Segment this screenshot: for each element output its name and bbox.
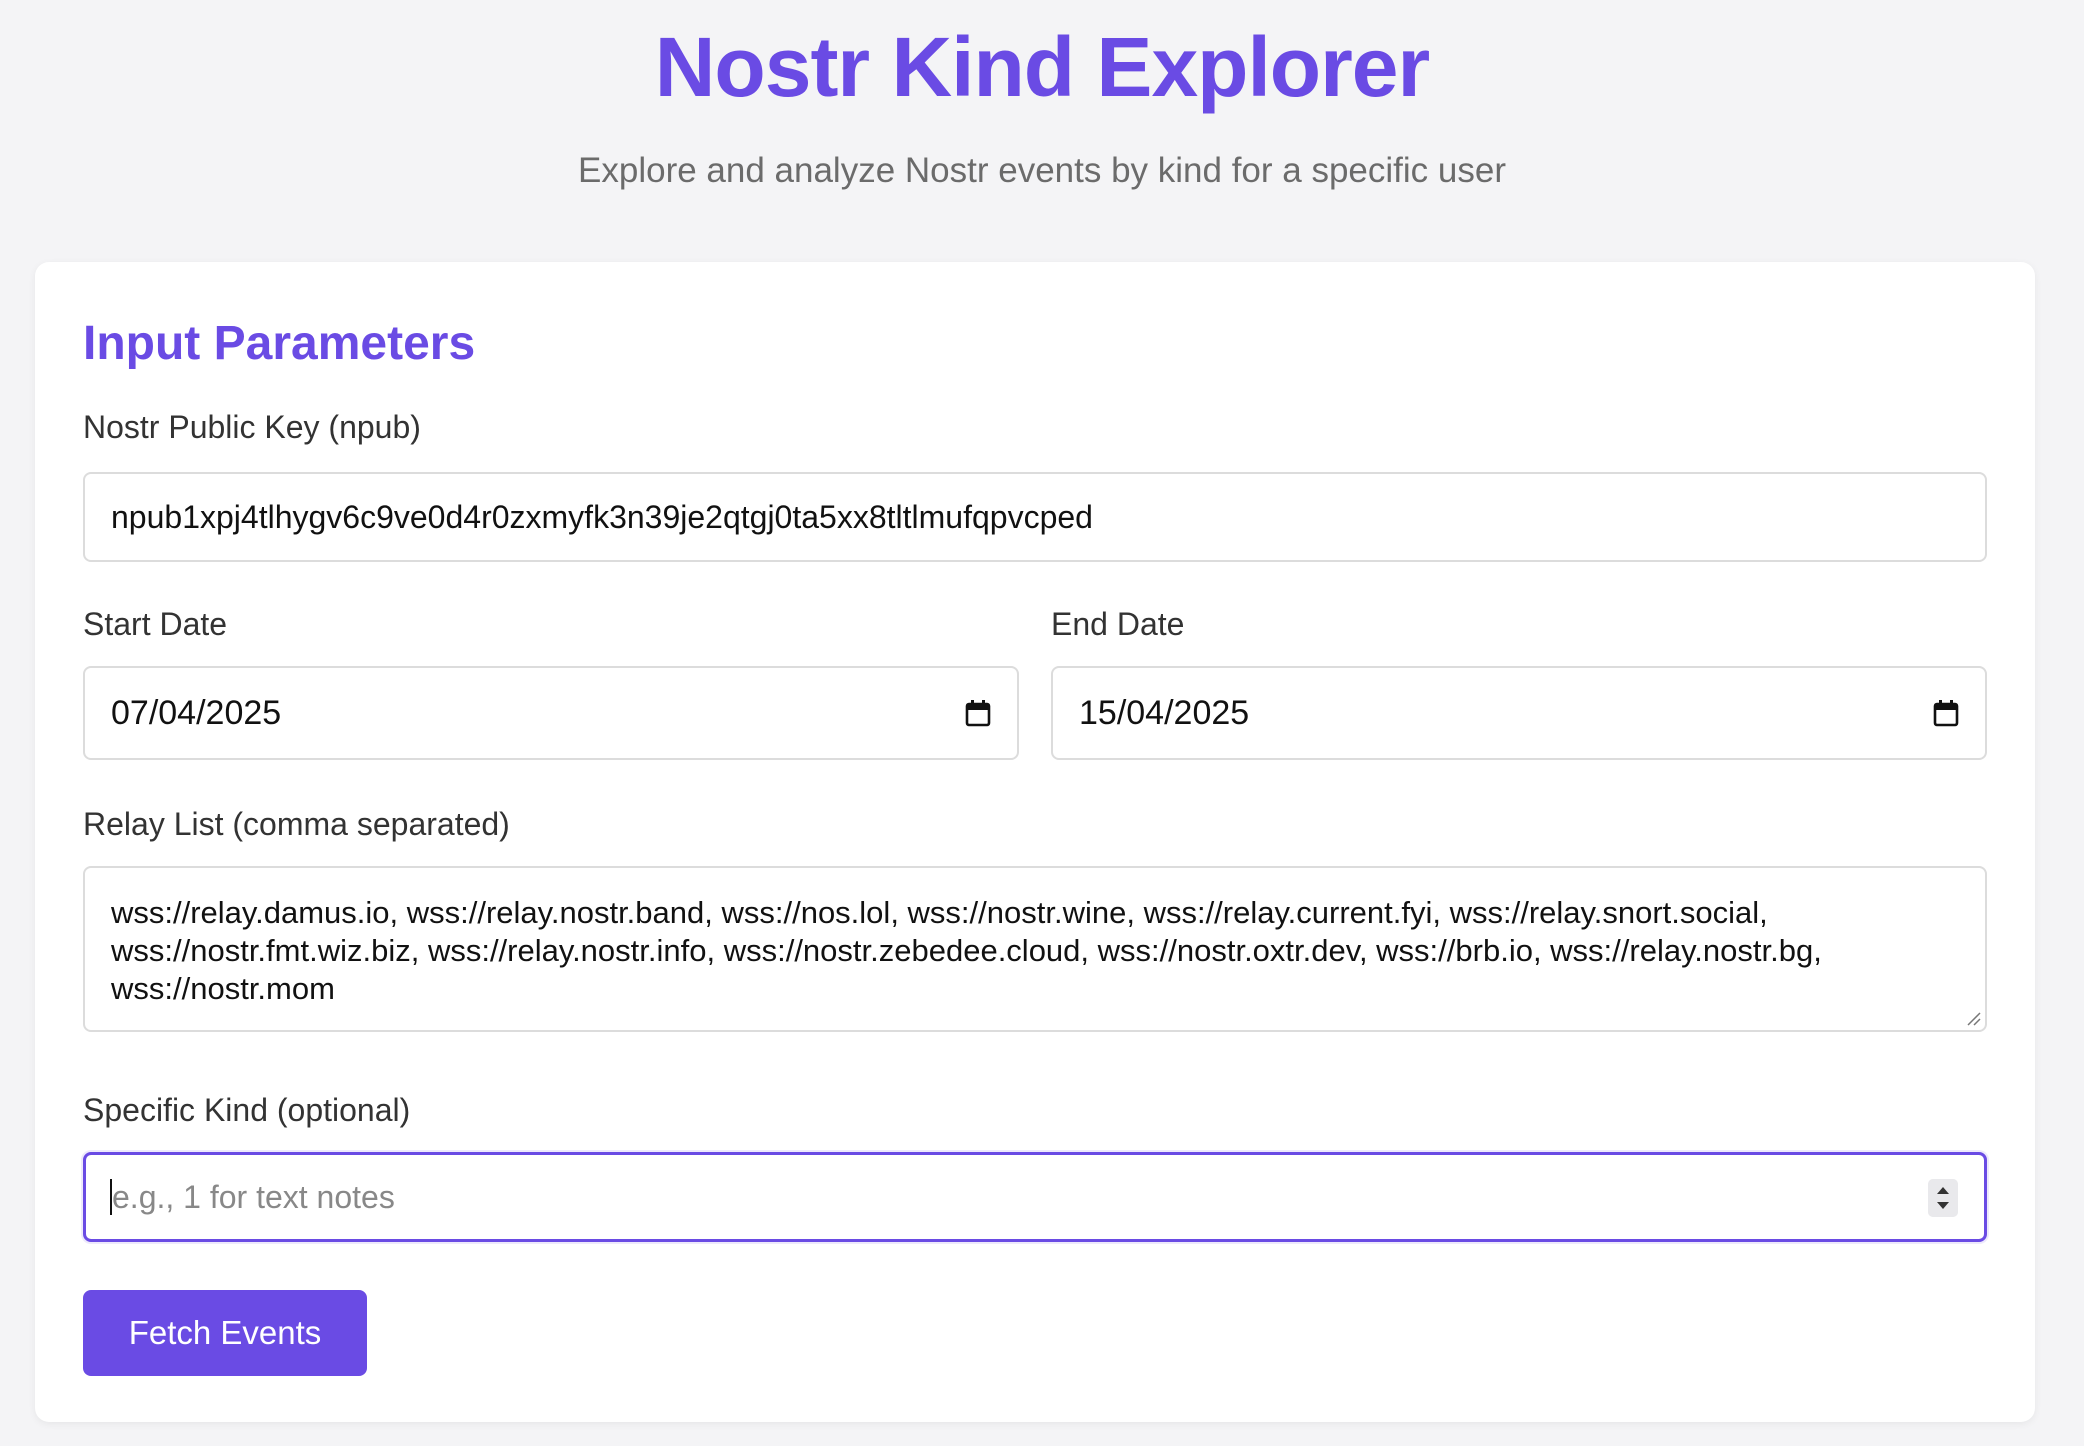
section-title: Input Parameters — [83, 317, 476, 370]
npub-label: Nostr Public Key (npub) — [83, 409, 421, 445]
input-parameters-card: Input Parameters Nostr Public Key (npub)… — [35, 262, 2035, 1422]
page-subtitle: Explore and analyze Nostr events by kind… — [578, 151, 1506, 190]
kind-input[interactable]: e.g., 1 for text notes — [83, 1152, 1987, 1242]
page-title: Nostr Kind Explorer — [654, 20, 1430, 114]
start-date-value: 07/04/2025 — [111, 693, 282, 732]
resize-handle-icon[interactable] — [1965, 1010, 1981, 1026]
calendar-icon[interactable] — [965, 699, 991, 727]
fetch-events-button[interactable]: Fetch Events — [83, 1290, 367, 1376]
start-date-input[interactable]: 07/04/2025 — [83, 666, 1019, 760]
relay-list-label: Relay List (comma separated) — [83, 806, 510, 842]
calendar-icon[interactable] — [1933, 699, 1959, 727]
end-date-value: 15/04/2025 — [1079, 693, 1250, 732]
kind-input-placeholder: e.g., 1 for text notes — [112, 1178, 395, 1215]
npub-input-value: npub1xpj4tlhygv6c9ve0d4r0zxmyfk3n39je2qt… — [111, 498, 1093, 535]
start-date-label: Start Date — [83, 606, 228, 642]
kind-label: Specific Kind (optional) — [83, 1092, 411, 1128]
relay-list-textarea[interactable]: wss://relay.damus.io, wss://relay.nostr.… — [83, 866, 1987, 1032]
spinner-icon[interactable] — [1928, 1179, 1958, 1217]
end-date-input[interactable]: 15/04/2025 — [1051, 666, 1987, 760]
end-date-label: End Date — [1051, 606, 1185, 642]
relay-list-value: wss://relay.damus.io, wss://relay.nostr.… — [111, 895, 1822, 1006]
npub-input[interactable]: npub1xpj4tlhygv6c9ve0d4r0zxmyfk3n39je2qt… — [83, 472, 1987, 562]
